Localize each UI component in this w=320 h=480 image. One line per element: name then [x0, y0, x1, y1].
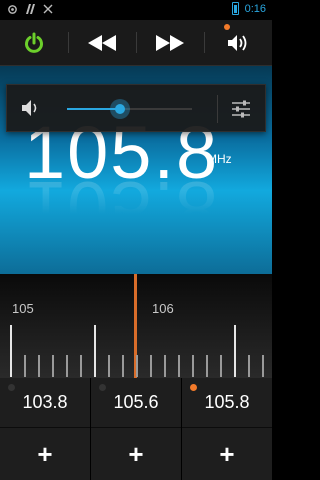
- preset-indicator-dot: [190, 384, 197, 391]
- volume-slider[interactable]: [67, 99, 192, 119]
- status-time: 0:16: [244, 2, 266, 15]
- signal-icon: [24, 3, 36, 15]
- tuner-tick: [220, 355, 222, 377]
- volume-icon: [22, 100, 37, 116]
- power-icon: [25, 32, 43, 53]
- tuner-tick: [262, 355, 264, 377]
- frequency-reflection: 105.8: [24, 166, 220, 249]
- seek-forward-button[interactable]: [136, 20, 204, 65]
- tuner-tick: [136, 355, 138, 377]
- tuner-label-105: 105: [12, 301, 34, 316]
- tuner-tick: [122, 355, 124, 377]
- scissors-icon: [42, 3, 54, 15]
- tuner-tick: [80, 355, 82, 377]
- equalizer-icon[interactable]: [231, 99, 251, 119]
- preset-panel: 103.8 + 105.6 + 105.8 +: [0, 378, 272, 480]
- preset-indicator-dot: [8, 384, 15, 391]
- tuner-tick: [52, 355, 54, 377]
- preset-1: 103.8 +: [0, 378, 91, 480]
- tuner-tick: [206, 355, 208, 377]
- preset-frequency: 103.8: [22, 392, 68, 412]
- rewind-icon: [88, 34, 116, 51]
- tuner-tick: [164, 355, 166, 377]
- seek-back-button[interactable]: [68, 20, 136, 65]
- tuner-tick: [108, 355, 110, 377]
- preset-indicator-dot: [99, 384, 106, 391]
- volume-button[interactable]: [204, 20, 272, 65]
- battery-icon: [231, 2, 239, 15]
- indicator-dot: [224, 24, 230, 30]
- status-bar: 0:16: [0, 0, 272, 20]
- tuner-tick: [24, 355, 26, 377]
- preset-frequency: 105.8: [204, 392, 250, 412]
- volume-popup: [6, 84, 266, 132]
- tuner-tick: [94, 325, 96, 377]
- tuner-tick: [66, 355, 68, 377]
- add-preset-button[interactable]: +: [91, 428, 181, 480]
- add-preset-button[interactable]: +: [182, 428, 272, 480]
- preset-station-1[interactable]: 103.8: [0, 378, 90, 428]
- tuner-tick: [234, 325, 236, 377]
- volume-slider-thumb[interactable]: [109, 99, 130, 119]
- tuner-dial[interactable]: 105 106: [0, 274, 272, 378]
- control-bar: [0, 20, 272, 66]
- gps-icon: [6, 3, 18, 15]
- power-button[interactable]: [0, 20, 68, 65]
- add-preset-button[interactable]: +: [0, 428, 90, 480]
- fast-forward-icon: [156, 34, 184, 51]
- divider: [217, 95, 218, 123]
- frequency-unit: MHz: [207, 152, 232, 166]
- status-icons: [6, 3, 54, 15]
- tuner-tick: [192, 355, 194, 377]
- preset-2: 105.6 +: [91, 378, 182, 480]
- tuner-label-106: 106: [152, 301, 174, 316]
- preset-3: 105.8 +: [182, 378, 272, 480]
- preset-station-3[interactable]: 105.8: [182, 378, 272, 428]
- preset-station-2[interactable]: 105.6: [91, 378, 181, 428]
- tuner-tick: [150, 355, 152, 377]
- tuner-tick: [38, 355, 40, 377]
- tuner-tick: [248, 355, 250, 377]
- speaker-icon: [228, 34, 247, 51]
- tuner-tick: [10, 325, 12, 377]
- preset-frequency: 105.6: [113, 392, 159, 412]
- tuner-tick: [178, 355, 180, 377]
